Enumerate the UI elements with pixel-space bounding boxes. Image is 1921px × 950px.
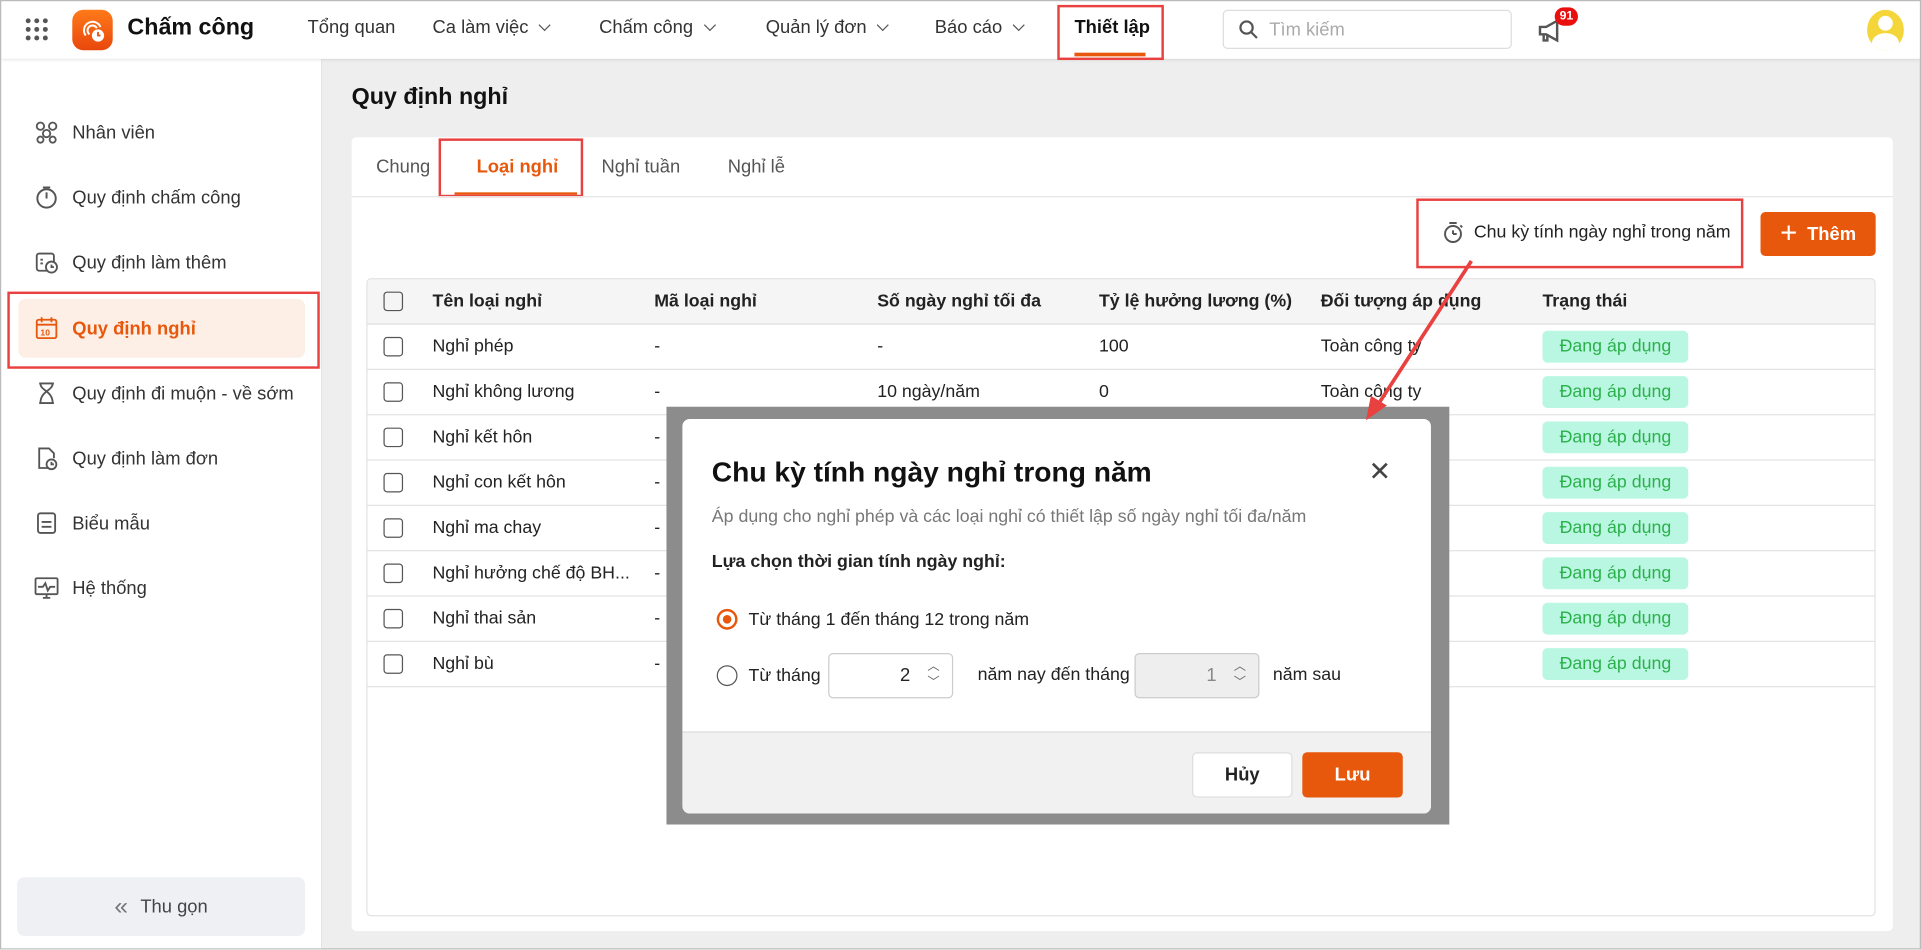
annotation-arrow [1366,259,1473,421]
